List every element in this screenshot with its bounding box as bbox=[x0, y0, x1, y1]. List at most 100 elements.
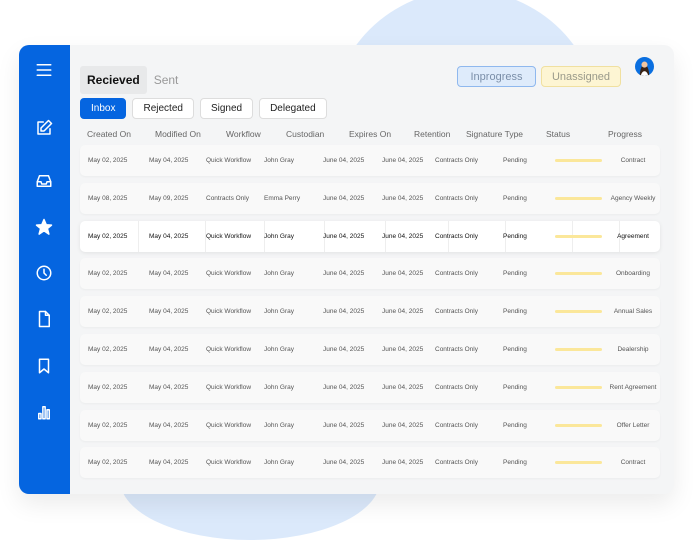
column-header: Signature Type bbox=[466, 129, 524, 139]
progress-bar bbox=[555, 348, 602, 351]
table-row[interactable]: May 02, 2025 May 04, 2025 Quick Workflow Jo… bbox=[80, 258, 660, 290]
column-header: Workflow bbox=[226, 129, 261, 139]
cell-date1: June 04, 2025 bbox=[323, 421, 365, 429]
cell-retention: Contracts Only bbox=[435, 346, 478, 353]
cell-created: May 02, 2025 bbox=[88, 383, 128, 391]
cell-status: Pending bbox=[503, 308, 527, 316]
table-row[interactable]: May 02, 2025 May 04, 2025 Quick Workflow Jo… bbox=[80, 447, 660, 479]
cell-date2: June 04, 2025 bbox=[382, 346, 424, 353]
cell-retention: Contracts Only bbox=[435, 308, 478, 316]
cell-retention: Contracts Only bbox=[435, 194, 478, 202]
progress-bar bbox=[555, 385, 602, 389]
cell-custodian: John Gray bbox=[264, 232, 294, 240]
cell-date1: June 04, 2025 bbox=[323, 194, 365, 202]
column-header: Custodian bbox=[286, 129, 325, 139]
cell-retention: Contracts Only bbox=[435, 270, 478, 278]
cell-status: Pending bbox=[503, 157, 527, 164]
tab-sent[interactable]: Sent bbox=[147, 66, 186, 94]
cell-retention: Contracts Only bbox=[435, 157, 478, 164]
table-row[interactable]: May 02, 2025 May 04, 2025 Quick Workflow Jo… bbox=[80, 145, 660, 176]
cell-name: Onboarding bbox=[616, 270, 650, 278]
tab-received[interactable]: Recieved bbox=[80, 66, 147, 94]
column-header: Expires On bbox=[349, 129, 392, 139]
cell-status: Pending bbox=[503, 421, 527, 429]
table-row[interactable]: May 02, 2025 May 04, 2025 Quick Workflow Jo… bbox=[80, 296, 660, 328]
cell-status: Pending bbox=[503, 270, 527, 278]
cell-status: Pending bbox=[503, 194, 527, 202]
cell-modified: May 04, 2025 bbox=[149, 421, 189, 429]
cell-created: May 02, 2025 bbox=[88, 232, 128, 240]
table-row[interactable]: May 02, 2025 May 04, 2025 Quick Workflow Jo… bbox=[80, 220, 660, 252]
cell-date1: June 04, 2025 bbox=[323, 232, 365, 240]
cell-date1: June 04, 2025 bbox=[323, 459, 365, 467]
cell-name: Dealership bbox=[617, 346, 649, 353]
cell-date1: June 04, 2025 bbox=[323, 346, 365, 353]
cell-workflow: Quick Workflow bbox=[206, 157, 252, 164]
cell-modified: May 04, 2025 bbox=[149, 270, 189, 278]
cell-name: Rent Agreement bbox=[609, 383, 657, 391]
file-icon[interactable] bbox=[33, 308, 55, 330]
column-header: Status bbox=[546, 129, 571, 139]
filter-inbox[interactable]: Inbox bbox=[80, 98, 127, 119]
cell-created: May 02, 2025 bbox=[88, 157, 128, 164]
cell-custodian: John Gray bbox=[264, 421, 294, 429]
progress-bar bbox=[555, 272, 602, 276]
avatar[interactable] bbox=[635, 57, 654, 76]
column-header: Modified On bbox=[155, 129, 201, 139]
inbox-icon[interactable] bbox=[33, 170, 55, 192]
column-header: Created On bbox=[87, 129, 131, 139]
app-window: Recieved Sent Inbox Rejected Signed Dele… bbox=[19, 45, 674, 494]
star-icon[interactable] bbox=[33, 216, 55, 238]
cell-date2: June 04, 2025 bbox=[382, 194, 424, 202]
cell-date1: June 04, 2025 bbox=[323, 383, 365, 391]
cell-status: Pending bbox=[503, 232, 527, 240]
table-row[interactable]: May 02, 2025 May 04, 2025 Quick Workflow Jo… bbox=[80, 409, 660, 441]
cell-retention: Contracts Only bbox=[435, 459, 478, 467]
cell-status: Pending bbox=[503, 346, 527, 353]
table-row[interactable]: May 02, 2025 May 04, 2025 Quick Workflow Jo… bbox=[80, 371, 660, 403]
progress-bar bbox=[555, 159, 602, 162]
inprogress-button[interactable]: Inprogress bbox=[457, 66, 536, 87]
cell-date2: June 04, 2025 bbox=[382, 383, 424, 391]
cell-date2: June 04, 2025 bbox=[382, 270, 424, 278]
menu-icon[interactable] bbox=[33, 59, 55, 81]
table-row[interactable]: May 02, 2025 May 04, 2025 Quick Workflow Jo… bbox=[80, 334, 660, 365]
progress-bar bbox=[555, 310, 602, 314]
table-row[interactable]: May 08, 2025 May 09, 2025 Contracts Only Em… bbox=[80, 182, 660, 214]
cell-date2: June 04, 2025 bbox=[382, 308, 424, 316]
cell-workflow: Quick Workflow bbox=[206, 232, 252, 240]
filter-rejected[interactable]: Rejected bbox=[132, 98, 194, 119]
cell-date2: June 04, 2025 bbox=[382, 157, 424, 164]
cell-date2: June 04, 2025 bbox=[382, 421, 424, 429]
cell-date2: June 04, 2025 bbox=[382, 459, 424, 467]
edit-icon[interactable] bbox=[33, 117, 55, 139]
cell-modified: May 04, 2025 bbox=[149, 459, 189, 467]
filter-signed[interactable]: Signed bbox=[199, 98, 254, 119]
cell-created: May 02, 2025 bbox=[88, 346, 128, 353]
cell-custodian: John Gray bbox=[264, 308, 294, 316]
cell-custodian: John Gray bbox=[264, 459, 294, 467]
cell-workflow: Contracts Only bbox=[206, 194, 249, 202]
progress-bar bbox=[555, 234, 602, 238]
cell-workflow: Quick Workflow bbox=[206, 383, 252, 391]
progress-bar bbox=[555, 461, 602, 465]
unassigned-button[interactable]: Unassigned bbox=[541, 66, 621, 87]
cell-workflow: Quick Workflow bbox=[206, 308, 252, 316]
clock-icon[interactable] bbox=[33, 262, 55, 284]
cell-workflow: Quick Workflow bbox=[206, 270, 252, 278]
cell-created: May 02, 2025 bbox=[88, 421, 128, 429]
progress-bar bbox=[555, 423, 602, 427]
progress-bar bbox=[555, 196, 602, 200]
cell-date1: June 04, 2025 bbox=[323, 270, 365, 278]
cell-name: Offer Letter bbox=[616, 421, 650, 429]
cell-modified: May 04, 2025 bbox=[149, 232, 189, 240]
cell-name: Contract bbox=[620, 157, 646, 164]
cell-custodian: John Gray bbox=[264, 157, 294, 164]
bookmark-icon[interactable] bbox=[33, 355, 55, 377]
cell-created: May 02, 2025 bbox=[88, 459, 128, 467]
filter-delegated[interactable]: Delegated bbox=[259, 98, 327, 119]
cell-modified: May 09, 2025 bbox=[149, 194, 189, 202]
chart-icon[interactable] bbox=[33, 401, 55, 423]
column-header: Progress bbox=[608, 129, 643, 139]
cell-status: Pending bbox=[503, 383, 527, 391]
